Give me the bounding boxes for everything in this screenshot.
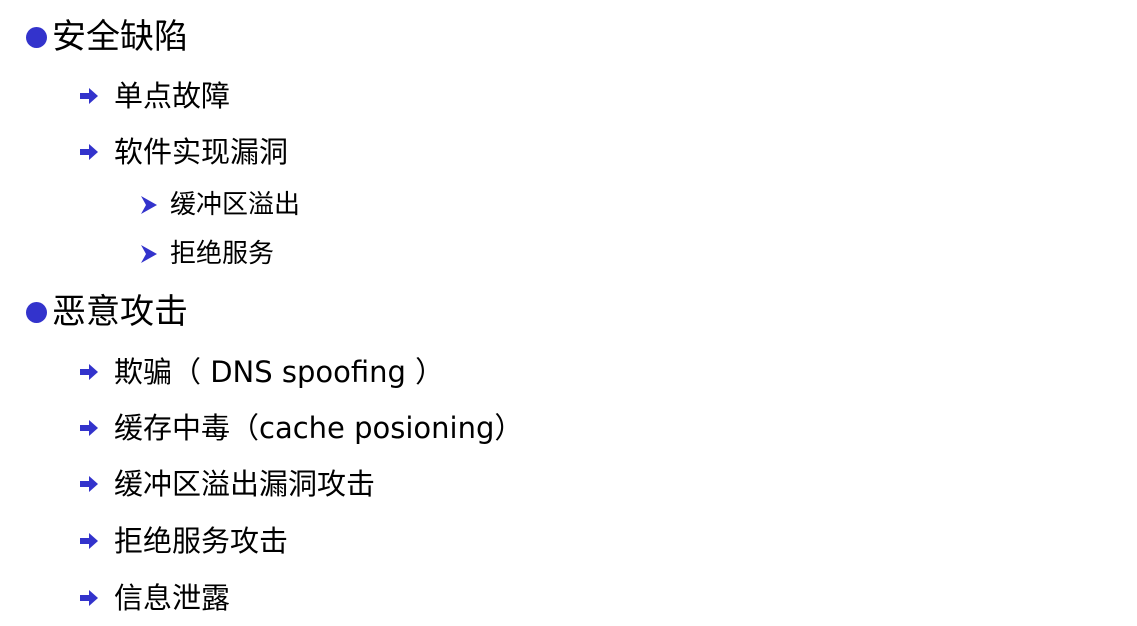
list-item-text: 信息泄露 — [114, 581, 231, 615]
section-heading: 恶意攻击 — [26, 292, 188, 332]
right-arrow-icon — [80, 144, 98, 160]
right-arrow-icon — [80, 364, 98, 380]
list-item: 软件实现漏洞 — [78, 134, 288, 170]
sub-list-item-text: 缓冲区溢出 — [170, 190, 301, 220]
list-item: 缓存中毒（cache posioning） — [78, 410, 523, 446]
list-item-text: 单点故障 — [114, 79, 231, 113]
list-item: 欺骗（ DNS spoofing ） — [78, 354, 444, 390]
sub-list-item: 拒绝服务 — [140, 238, 274, 270]
right-arrow-icon — [80, 88, 98, 104]
list-item-text: 拒绝服务攻击 — [114, 524, 289, 558]
right-arrow-icon — [80, 590, 98, 606]
chevron-right-icon — [141, 196, 157, 214]
list-item-text: 软件实现漏洞 — [114, 135, 289, 169]
sub-list-item-text: 拒绝服务 — [170, 239, 275, 269]
list-item: 缓冲区溢出漏洞攻击 — [78, 466, 375, 502]
list-item: 拒绝服务攻击 — [78, 523, 288, 559]
list-item-text: 缓存中毒（cache posioning） — [114, 411, 524, 445]
list-item-text: 缓冲区溢出漏洞攻击 — [114, 467, 376, 501]
list-item: 单点故障 — [78, 78, 230, 114]
list-item: 信息泄露 — [78, 580, 230, 616]
right-arrow-icon — [80, 420, 98, 436]
right-arrow-icon — [80, 476, 98, 492]
right-arrow-icon — [80, 533, 98, 549]
slide: 安全缺陷 单点故障 软件实现漏洞 缓冲区溢出 拒绝服务 恶意攻击 欺骗（ DNS — [0, 0, 1137, 626]
sub-list-item: 缓冲区溢出 — [140, 189, 300, 221]
chevron-right-icon — [141, 245, 157, 263]
circle-bullet-icon — [26, 301, 47, 323]
section-heading-text: 恶意攻击 — [52, 292, 188, 332]
section-heading-text: 安全缺陷 — [52, 17, 188, 57]
section-heading: 安全缺陷 — [26, 17, 188, 57]
circle-bullet-icon — [26, 26, 47, 48]
list-item-text: 欺骗（ DNS spoofing ） — [114, 355, 445, 389]
